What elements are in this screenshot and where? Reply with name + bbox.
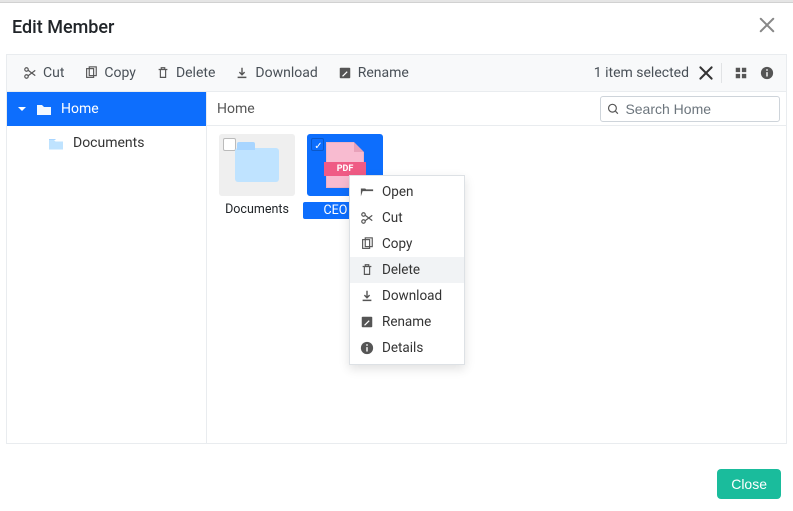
download-button[interactable]: Download — [225, 59, 327, 87]
close-button[interactable]: Close — [717, 469, 781, 499]
info-icon — [360, 341, 374, 355]
download-icon — [360, 289, 374, 303]
selection-status: 1 item selected — [594, 65, 695, 81]
close-icon[interactable] — [757, 15, 777, 40]
copy-icon — [360, 237, 374, 251]
folder-icon — [235, 148, 279, 182]
file-item-folder[interactable]: Documents — [215, 134, 299, 217]
context-menu: Open Cut Copy Delete Download — [349, 175, 465, 365]
info-icon[interactable] — [754, 60, 780, 86]
pencil-icon — [338, 66, 352, 80]
folder-open-icon — [360, 185, 374, 199]
file-grid: Documents PDF CEO R… Open — [207, 126, 786, 443]
tree-item-documents[interactable]: Documents — [7, 126, 206, 160]
ctx-rename[interactable]: Rename — [350, 309, 464, 335]
copy-icon — [84, 66, 98, 80]
dialog-header: Edit Member — [0, 3, 793, 54]
search-input[interactable] — [625, 101, 773, 117]
checkbox[interactable] — [311, 138, 324, 151]
rename-button[interactable]: Rename — [328, 59, 419, 87]
scissors-icon — [23, 66, 37, 80]
ctx-details[interactable]: Details — [350, 335, 464, 361]
clear-selection-icon[interactable] — [697, 64, 715, 82]
scissors-icon — [360, 211, 374, 225]
copy-button[interactable]: Copy — [74, 59, 146, 87]
cut-button[interactable]: Cut — [13, 59, 74, 87]
path-bar: Home — [207, 92, 786, 126]
folder-icon — [47, 134, 65, 152]
breadcrumb[interactable]: Home — [207, 101, 600, 117]
checkbox[interactable] — [223, 138, 236, 151]
dialog-title: Edit Member — [12, 17, 114, 38]
trash-icon — [360, 263, 374, 277]
search-box[interactable] — [600, 96, 780, 122]
toolbar: Cut Copy Delete Download Rename 1 item s… — [6, 54, 787, 92]
ctx-delete[interactable]: Delete — [350, 257, 464, 283]
sidebar: Home Documents — [7, 92, 207, 443]
ctx-open[interactable]: Open — [350, 179, 464, 205]
caret-down-icon — [17, 104, 27, 114]
pencil-icon — [360, 315, 374, 329]
trash-icon — [156, 66, 170, 80]
delete-button[interactable]: Delete — [146, 59, 225, 87]
ctx-cut[interactable]: Cut — [350, 205, 464, 231]
download-icon — [235, 66, 249, 80]
search-icon — [607, 102, 619, 116]
grid-view-icon[interactable] — [728, 60, 754, 86]
tree-item-home[interactable]: Home — [7, 92, 206, 126]
ctx-download[interactable]: Download — [350, 283, 464, 309]
folder-icon — [35, 100, 53, 118]
ctx-copy[interactable]: Copy — [350, 231, 464, 257]
